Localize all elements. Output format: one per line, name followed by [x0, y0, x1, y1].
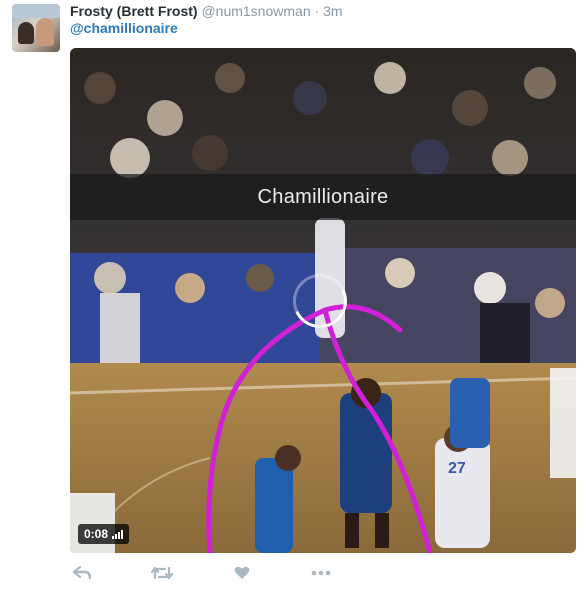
- more-icon: [311, 570, 331, 576]
- user-handle[interactable]: @num1snowman: [201, 3, 310, 19]
- video-duration-badge: 0:08: [78, 524, 130, 544]
- more-button[interactable]: [309, 563, 333, 583]
- retweet-button[interactable]: [150, 563, 174, 583]
- avatar[interactable]: [12, 4, 60, 52]
- volume-bars-icon: [112, 529, 124, 539]
- jersey-number: 27: [448, 460, 466, 477]
- reply-button[interactable]: [70, 563, 94, 583]
- tweet-header: Frosty (Brett Frost) @num1snowman · 3m: [70, 2, 343, 20]
- retweet-icon: [151, 566, 173, 580]
- timestamp[interactable]: 3m: [323, 3, 342, 19]
- reply-icon: [73, 566, 91, 580]
- snapchat-caption-bar: Chamillionaire: [70, 174, 576, 220]
- like-button[interactable]: [230, 563, 254, 583]
- caption-text: Chamillionaire: [257, 185, 389, 208]
- heart-icon: [234, 566, 250, 579]
- display-name[interactable]: Frosty (Brett Frost): [70, 3, 198, 19]
- duration-text: 0:08: [84, 527, 109, 541]
- separator-dot: ·: [314, 3, 320, 19]
- tweet-text-mention[interactable]: @chamillionaire: [70, 20, 178, 36]
- video-player[interactable]: 27 Chamillionaire 0:08: [70, 48, 576, 553]
